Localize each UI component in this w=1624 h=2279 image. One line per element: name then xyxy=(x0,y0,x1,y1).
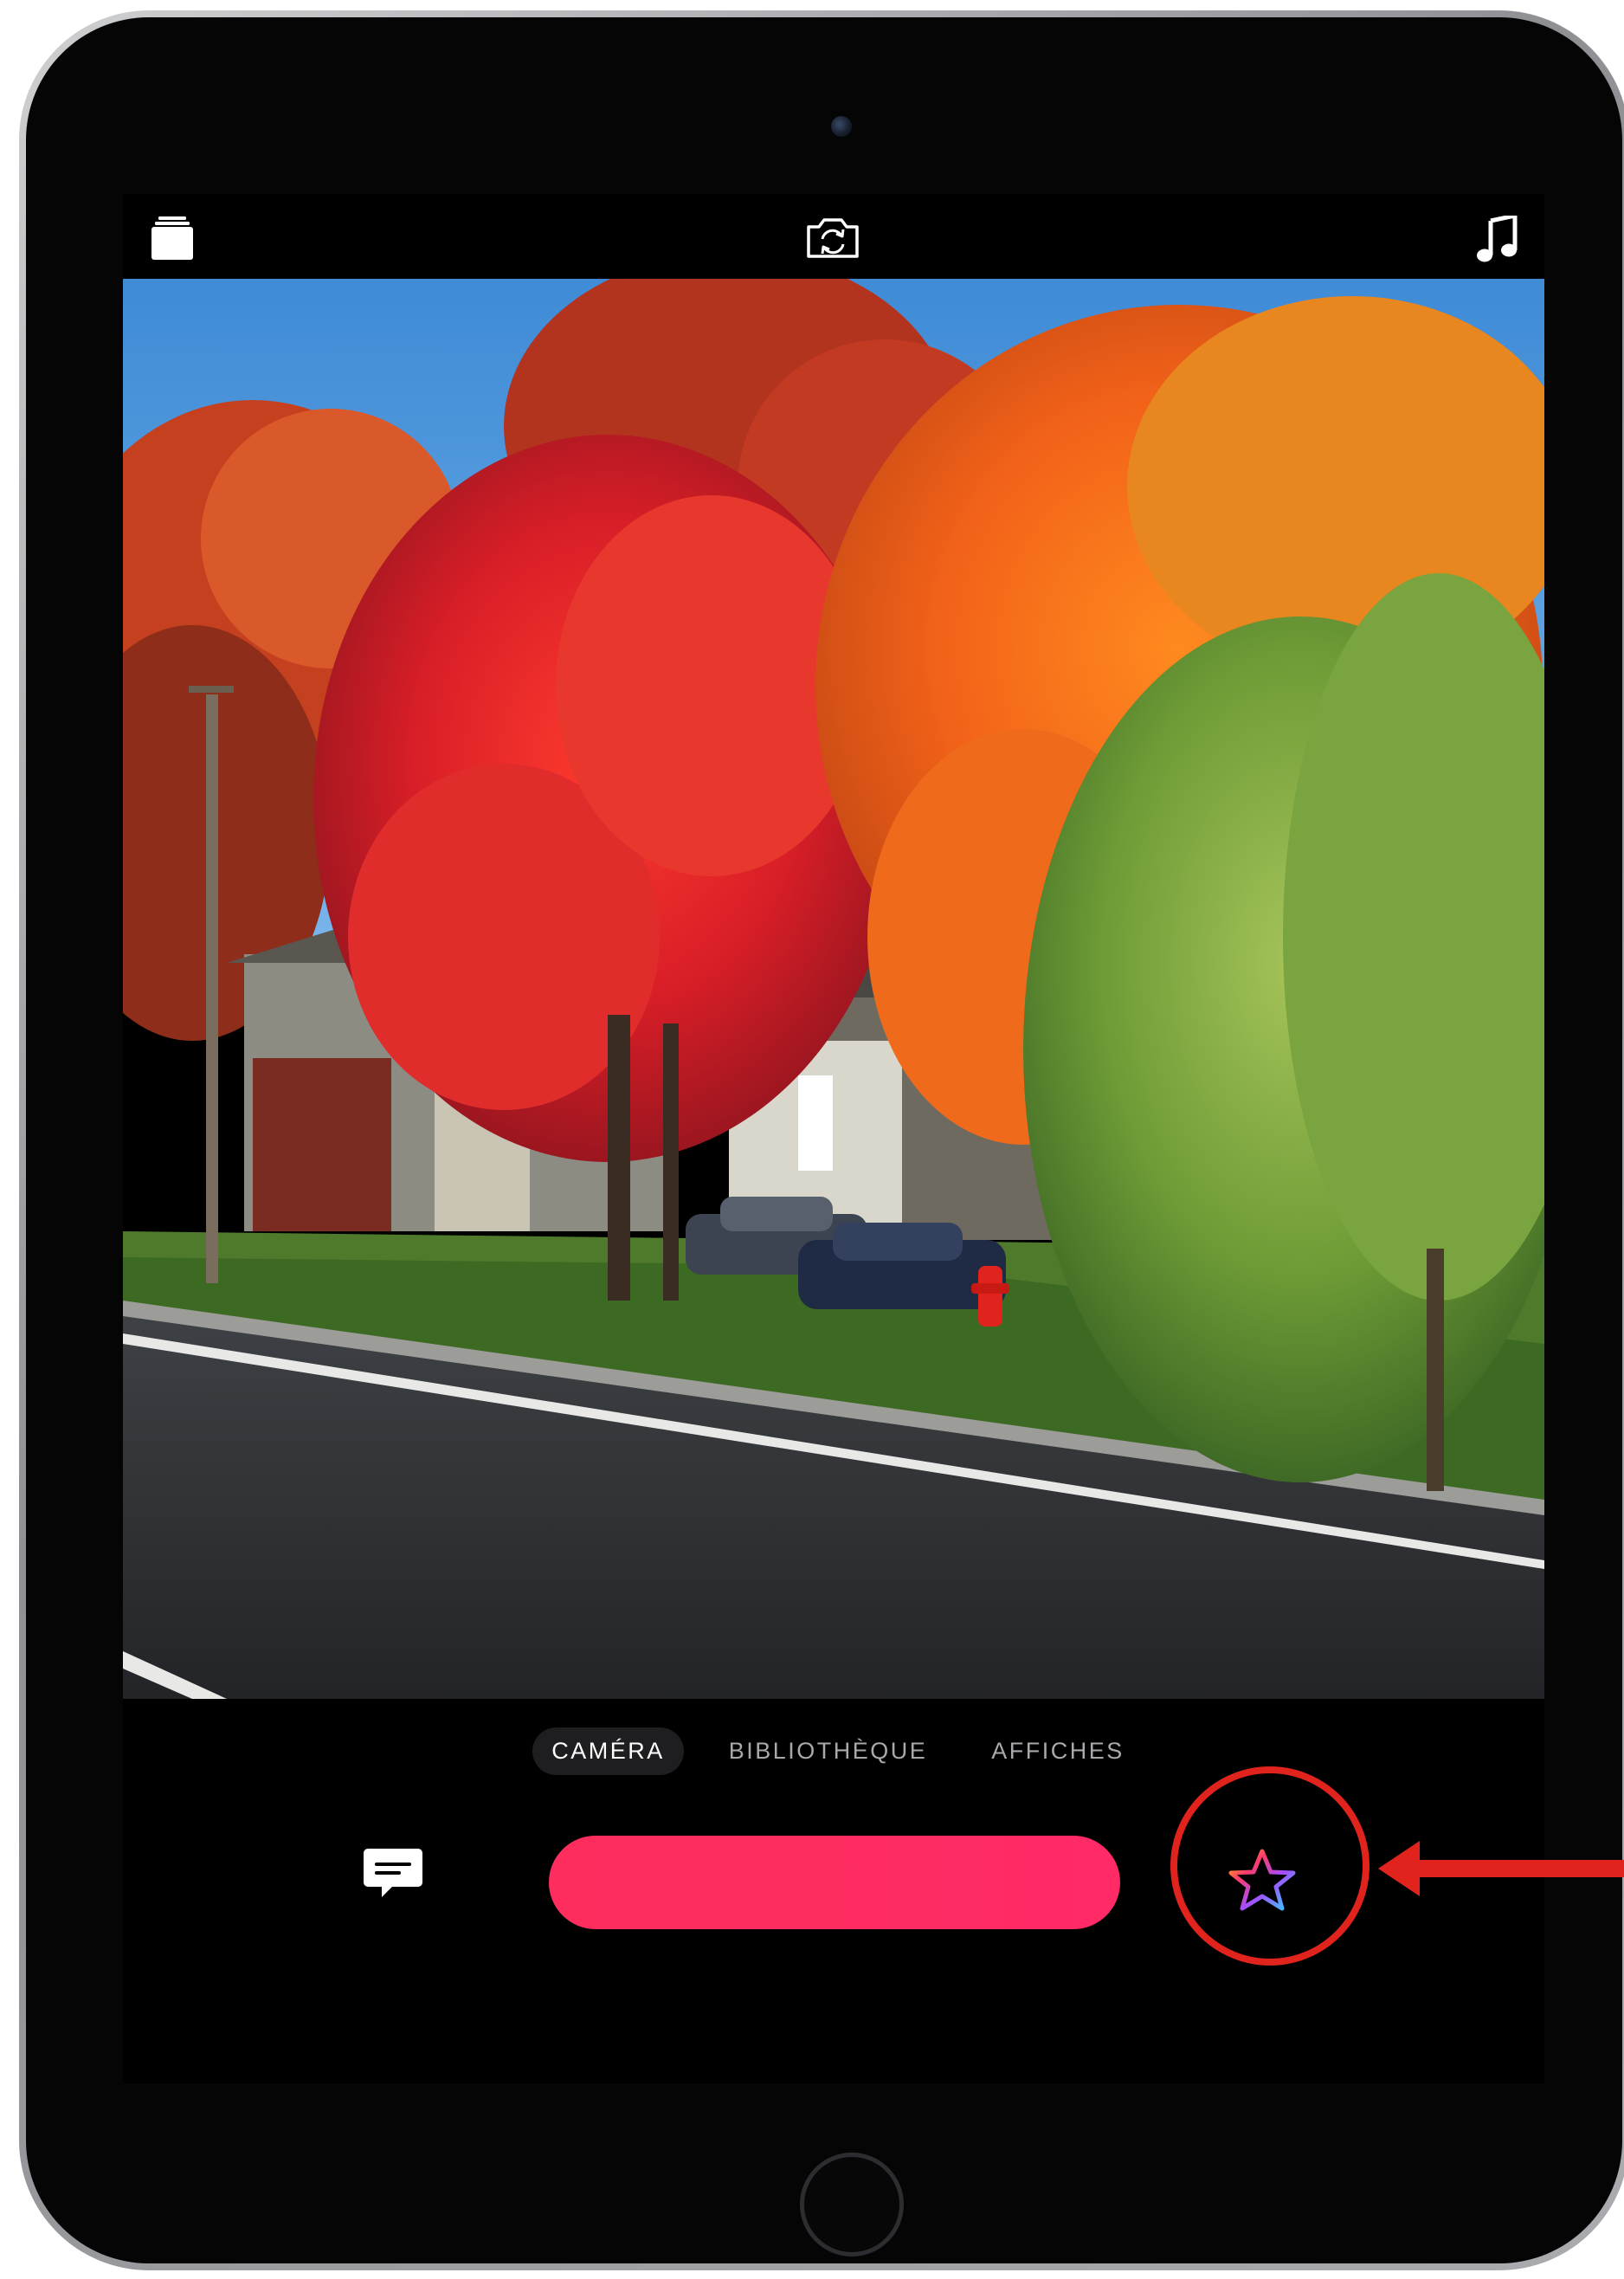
flip-camera-icon[interactable] xyxy=(802,213,864,263)
annotation-highlight-circle xyxy=(1170,1766,1369,1966)
camera-viewfinder[interactable] xyxy=(123,279,1544,1699)
top-toolbar xyxy=(123,194,1544,279)
live-titles-button[interactable] xyxy=(357,1843,429,1905)
music-note-icon[interactable] xyxy=(1473,213,1522,265)
mode-tab-bar: CAMÉRA BIBLIOTHÈQUE AFFICHES xyxy=(123,1725,1544,1777)
tab-library[interactable]: BIBLIOTHÈQUE xyxy=(710,1727,947,1775)
record-button[interactable] xyxy=(549,1836,1120,1929)
tab-posters[interactable]: AFFICHES xyxy=(972,1727,1144,1775)
annotation-arrow xyxy=(1378,1841,1624,1896)
front-camera-lens xyxy=(831,116,852,137)
library-stack-icon[interactable] xyxy=(149,215,196,261)
tab-camera[interactable]: CAMÉRA xyxy=(532,1727,684,1775)
autumn-street-scene xyxy=(123,279,1544,1699)
speech-bubble-icon xyxy=(364,1849,422,1897)
home-button[interactable] xyxy=(800,2153,904,2256)
